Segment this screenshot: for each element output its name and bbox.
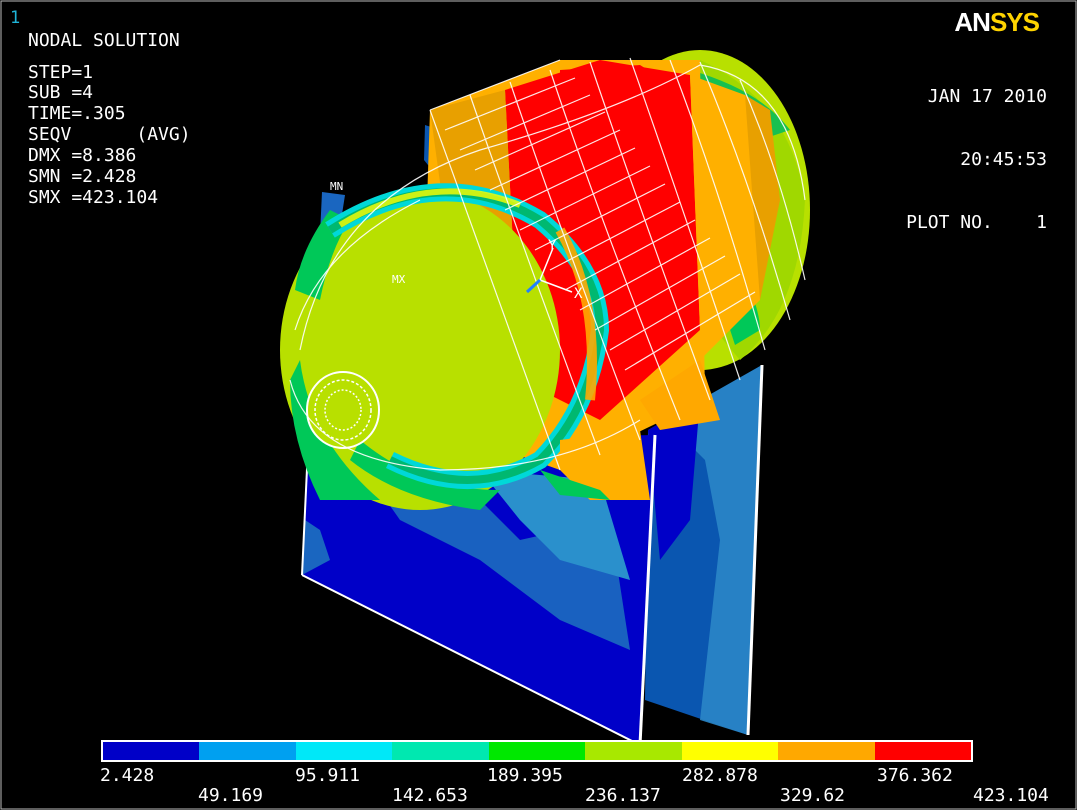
logo-an: AN [954,7,991,37]
plot-time: 20:45:53 [960,149,1047,170]
contour-legend-bar [101,740,973,762]
legend-label: 376.362 [877,765,953,786]
axis-y-label: Y [548,238,557,254]
seqv-line: SEQV (AVG) [28,124,191,145]
smn-line: SMN =2.428 [28,166,137,187]
step-line: STEP=1 [28,62,94,83]
legend-swatch [778,742,875,760]
plot-number: PLOT NO. 1 [906,212,1047,233]
legend-swatch [585,742,682,760]
legend-swatch [392,742,489,760]
legend-swatch [199,742,296,760]
mx-marker: MX [392,273,406,286]
sub-line: SUB =4 [28,82,94,103]
legend-label: 2.428 [100,765,155,786]
dmx-line: DMX =8.386 [28,145,137,166]
legend-label: 49.169 [198,785,264,806]
time-line: TIME=.305 [28,103,126,124]
plot-date: JAN 17 2010 [927,86,1047,107]
legend-swatch [681,742,779,760]
plot-info: JAN 17 2010 20:45:53 PLOT NO. 1 [906,44,1047,275]
window-number: 1 [10,8,21,28]
legend-swatch [488,742,586,760]
legend-label: 236.137 [585,785,661,806]
legend-swatch [103,742,200,760]
mn-marker: MN [330,180,343,193]
legend-label: 423.104 [973,785,1049,806]
solution-title: NODAL SOLUTION [28,30,180,51]
ansys-logo: ANSYS [954,7,1040,38]
axis-x-label: X [574,286,583,302]
legend-swatch [295,742,393,760]
nozzle-flange [306,371,380,449]
logo-sys: SYS [989,7,1040,37]
ansys-graphics-window: Y X MN MX 1 ANSYS NODAL SOLUTION STEP=1 … [0,0,1077,810]
legend-label: 282.878 [682,765,758,786]
legend-label: 329.62 [780,785,846,806]
legend-swatch [874,742,971,760]
legend-label: 142.653 [392,785,468,806]
legend-label: 189.395 [487,765,563,786]
smx-line: SMX =423.104 [28,187,159,208]
legend-label: 95.911 [295,765,361,786]
